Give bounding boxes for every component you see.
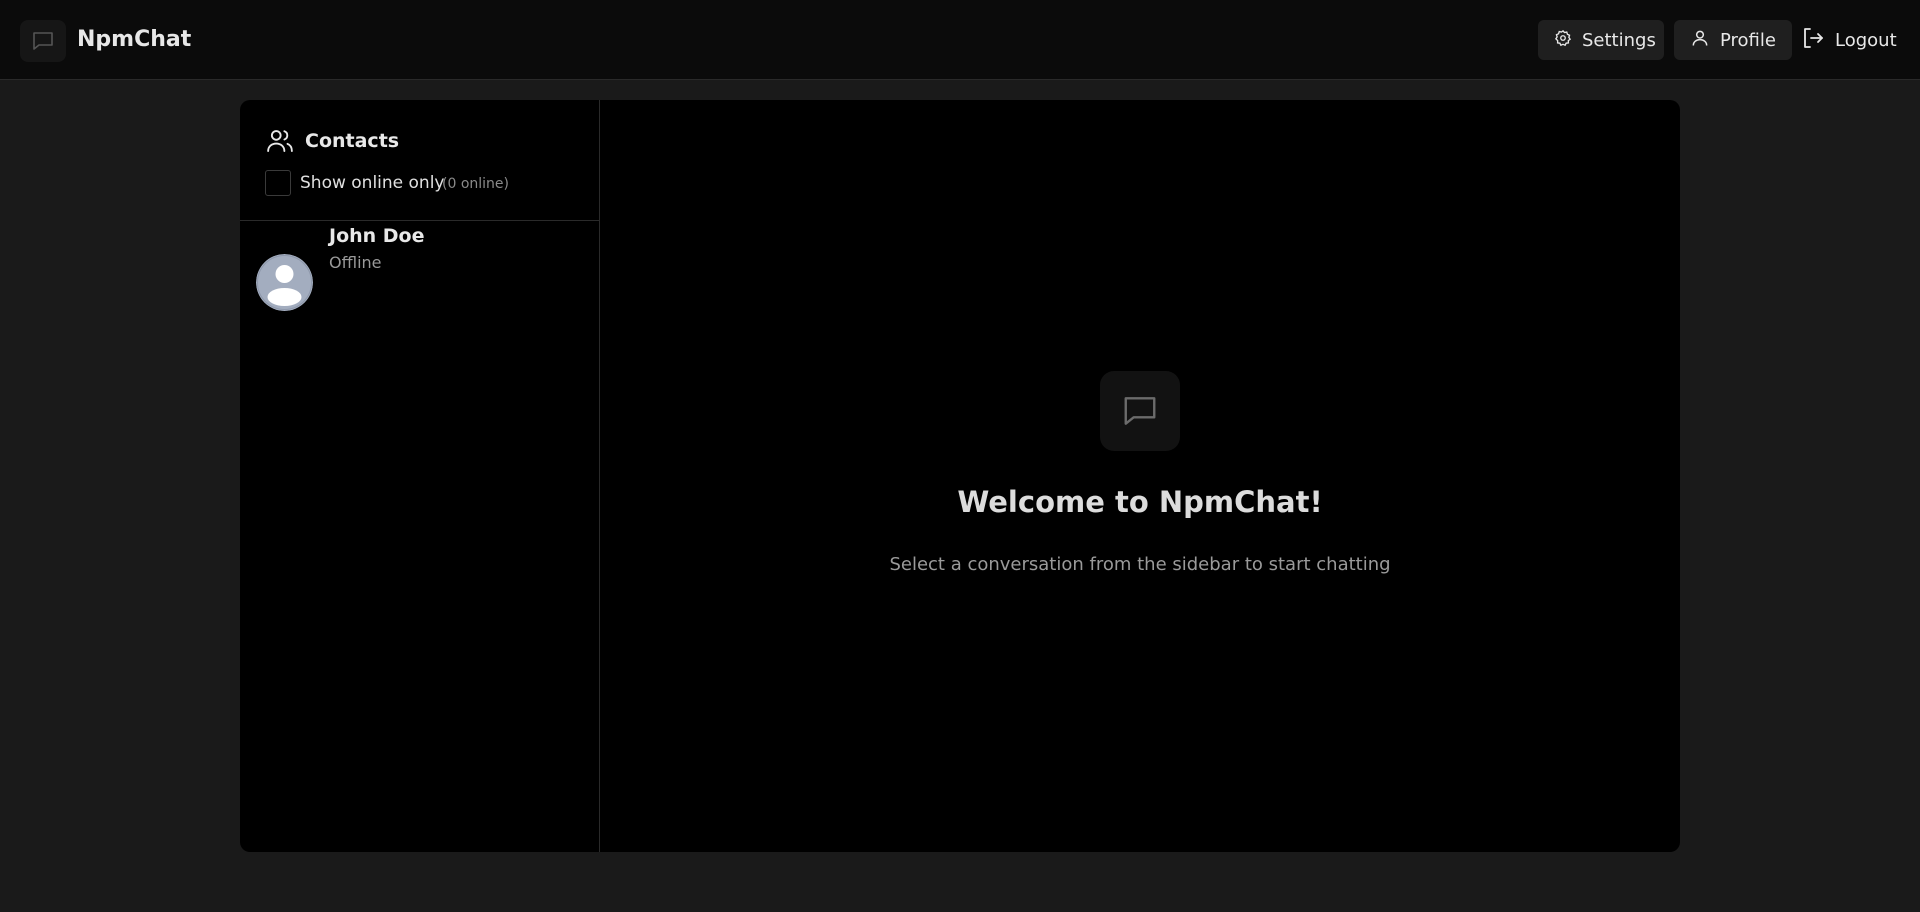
contact-status: Offline [329,253,382,272]
online-count: (0 online) [442,176,509,192]
app-title[interactable]: NpmChat [77,24,191,56]
user-icon [1690,28,1710,53]
gear-icon [1554,29,1572,52]
chat-container: Contacts Show online only (0 online) Joh… [240,100,1680,852]
welcome-panel: Welcome to NpmChat! Select a conversatio… [600,100,1680,852]
welcome-title: Welcome to NpmChat! [957,485,1323,519]
avatar [256,254,313,311]
logo-chat-icon[interactable] [20,20,66,62]
profile-button[interactable]: Profile [1674,20,1792,60]
logout-label: Logout [1835,29,1897,51]
contacts-sidebar: Contacts Show online only (0 online) Joh… [240,100,600,852]
users-icon [265,126,295,156]
show-online-checkbox[interactable] [265,170,291,196]
show-online-label[interactable]: Show online only [300,171,445,195]
top-header: NpmChat Settings Profile Logout [0,0,1920,80]
contact-name: John Doe [329,225,425,247]
logout-icon [1801,26,1825,55]
welcome-subtitle: Select a conversation from the sidebar t… [889,554,1391,575]
sidebar-header: Contacts Show online only (0 online) [240,100,599,221]
contacts-title: Contacts [305,130,400,152]
settings-label: Settings [1582,29,1656,51]
settings-button[interactable]: Settings [1538,20,1664,60]
profile-label: Profile [1720,29,1776,51]
message-square-icon [1100,371,1180,451]
logout-button[interactable]: Logout [1797,20,1905,60]
